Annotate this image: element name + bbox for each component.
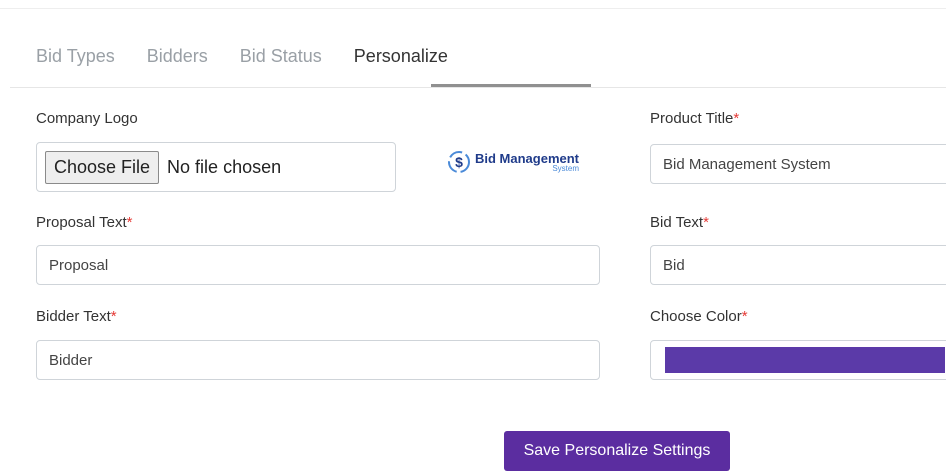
bid-text-input[interactable] (650, 245, 946, 285)
tab-bid-types[interactable]: Bid Types (20, 38, 131, 78)
required-asterisk: * (703, 214, 709, 231)
tabs-divider (10, 87, 946, 88)
logo-title: Bid Management (475, 150, 580, 166)
choose-color-label: Choose Color* (650, 308, 748, 325)
proposal-text-input[interactable] (36, 245, 600, 285)
choose-file-button[interactable]: Choose File (45, 150, 160, 184)
tab-personalize[interactable]: Personalize (338, 38, 464, 78)
svg-text:$: $ (455, 154, 463, 170)
bid-text-label: Bid Text* (650, 214, 709, 231)
bidder-text-input[interactable] (36, 340, 600, 380)
save-personalize-settings-button[interactable]: Save Personalize Settings (504, 431, 730, 471)
product-title-label: Product Title* (650, 110, 740, 127)
proposal-text-label: Proposal Text* (36, 214, 133, 231)
bidder-text-label: Bidder Text* (36, 308, 117, 325)
tab-bar: Bid Types Bidders Bid Status Personalize (20, 38, 464, 86)
file-status-text: No file chosen (167, 156, 282, 177)
tab-bid-status[interactable]: Bid Status (224, 38, 338, 78)
required-asterisk: * (126, 214, 133, 231)
product-title-input[interactable] (650, 144, 946, 184)
color-picker-input[interactable] (650, 340, 946, 380)
required-asterisk: * (733, 110, 740, 127)
required-asterisk: * (741, 308, 748, 325)
required-asterisk: * (110, 308, 117, 325)
logo-subtitle: System (552, 163, 580, 173)
tab-bidders[interactable]: Bidders (131, 38, 224, 78)
dollar-logo-icon: $ (448, 151, 470, 173)
color-swatch (665, 347, 945, 373)
company-logo-label: Company Logo (36, 110, 138, 127)
top-divider (0, 8, 946, 9)
company-logo-preview: $ Bid Management System (447, 147, 612, 177)
company-logo-file-input[interactable]: Choose File No file chosen (36, 142, 396, 192)
